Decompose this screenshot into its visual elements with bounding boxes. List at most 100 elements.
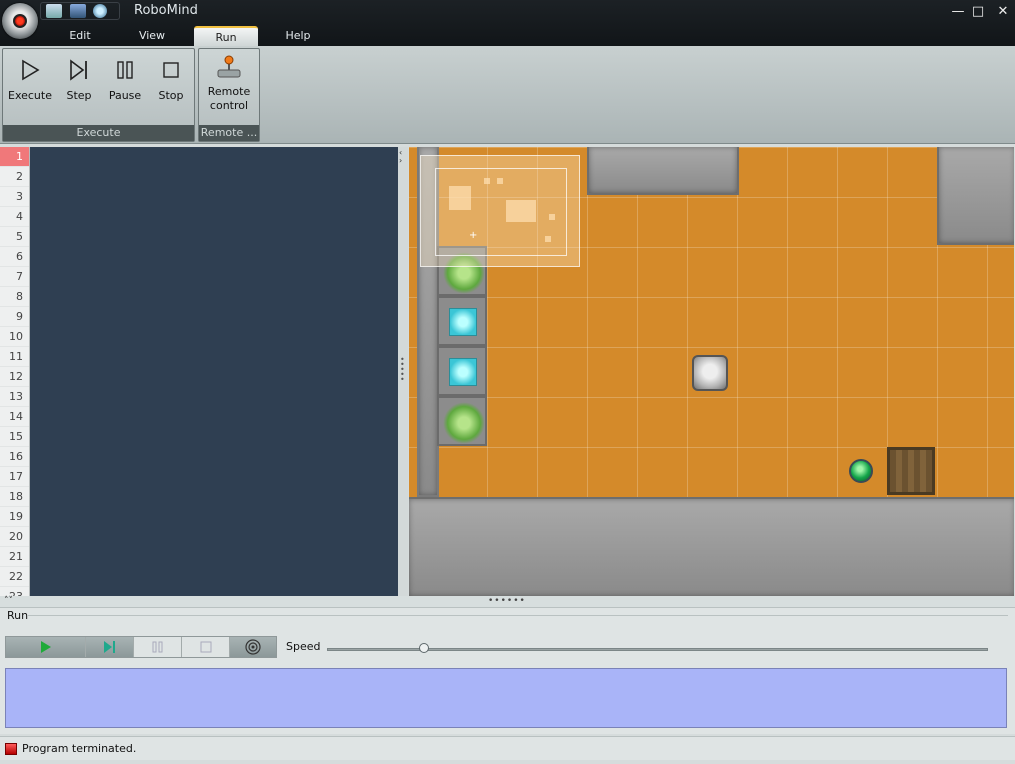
tile-water <box>437 296 487 346</box>
line-number: 8 <box>0 287 29 307</box>
line-number: 9 <box>0 307 29 327</box>
collapse-chevron-icon[interactable]: ‹ › <box>399 149 402 165</box>
minimap-shape <box>497 178 503 184</box>
line-number-gutter: 1234567891011121314151617181920212223 <box>0 147 30 596</box>
minimap-shape <box>545 236 551 242</box>
line-number: 13 <box>0 387 29 407</box>
run-remote-button[interactable] <box>230 637 276 657</box>
stop-icon <box>200 641 211 653</box>
line-number: 18 <box>0 487 29 507</box>
tile-plant <box>437 396 487 446</box>
run-play-button[interactable] <box>6 637 86 657</box>
status-text: Program terminated. <box>22 742 137 755</box>
execute-group: Execute Step Pause Stop Execute <box>2 48 195 142</box>
pause-button[interactable]: Pause <box>100 55 150 103</box>
grip-icon: •••••• <box>488 596 526 606</box>
pause-icon <box>152 641 162 653</box>
run-pause-button[interactable] <box>134 637 182 657</box>
pause-label: Pause <box>108 89 142 102</box>
remote-control-button[interactable]: Remote control <box>204 55 254 113</box>
line-number: 11 <box>0 347 29 367</box>
stop-label: Stop <box>158 89 184 102</box>
remote-control-label: Remote control <box>204 85 254 113</box>
run-stop-button[interactable] <box>182 637 230 657</box>
stop-icon <box>163 62 179 78</box>
speed-slider-thumb[interactable] <box>418 643 429 653</box>
step-icon <box>70 59 87 81</box>
tab-edit[interactable]: Edit <box>52 26 108 46</box>
window-title: RoboMind <box>134 3 198 18</box>
line-number: 16 <box>0 447 29 467</box>
run-step-button[interactable] <box>86 637 134 657</box>
minimap[interactable]: + <box>420 155 580 267</box>
execute-label: Execute <box>8 89 52 102</box>
globe-icon[interactable] <box>93 4 107 18</box>
line-number: 12 <box>0 367 29 387</box>
execute-button[interactable]: Execute <box>5 55 55 103</box>
grip-icon: • • • • • <box>400 355 405 384</box>
run-panel-title: Run <box>7 609 29 622</box>
step-label: Step <box>66 89 92 102</box>
minimize-button[interactable]: — <box>949 4 967 20</box>
line-number: 7 <box>0 267 29 287</box>
line-number: 5 <box>0 227 29 247</box>
run-panel: Run Speed <box>0 608 1015 734</box>
minimap-robot-marker-icon: + <box>469 230 478 241</box>
remote-label-line1: Remote <box>207 85 251 98</box>
line-number: 6 <box>0 247 29 267</box>
robot-world-view[interactable]: + <box>409 147 1014 596</box>
line-number: 10 <box>0 327 29 347</box>
title-bar: RoboMind — □ ✕ Edit View Run Help <box>0 0 1015 46</box>
horizontal-splitter[interactable]: ˄˅ •••••• <box>0 596 1015 608</box>
tab-help[interactable]: Help <box>270 26 326 46</box>
remote-group-label: Remote ... <box>199 125 259 141</box>
output-console[interactable] <box>5 668 1007 728</box>
collapse-chevron-icon[interactable]: ˄˅ <box>4 596 13 606</box>
tab-run[interactable]: Run <box>194 26 258 46</box>
line-number: 3 <box>0 187 29 207</box>
run-controls <box>5 636 277 658</box>
new-map-icon[interactable] <box>46 4 62 18</box>
remote-label-line2: control <box>209 99 249 112</box>
line-number: 1 <box>0 147 29 167</box>
wall-block <box>409 497 1014 596</box>
line-number: 4 <box>0 207 29 227</box>
joystick-icon <box>217 55 241 78</box>
stop-button[interactable]: Stop <box>146 55 196 103</box>
line-number: 21 <box>0 547 29 567</box>
maximize-button[interactable]: □ <box>969 4 987 20</box>
status-bar: Program terminated. <box>0 736 1015 760</box>
beacon <box>849 459 873 483</box>
line-number: 23 <box>0 587 29 596</box>
play-icon <box>40 641 51 653</box>
target-icon <box>245 639 261 655</box>
code-editor[interactable] <box>30 147 398 596</box>
remote-group: Remote control Remote ... <box>198 48 260 142</box>
line-number: 14 <box>0 407 29 427</box>
line-number: 22 <box>0 567 29 587</box>
minimap-shape <box>549 214 555 220</box>
open-folder-icon[interactable] <box>70 4 86 18</box>
divider <box>28 615 1008 616</box>
step-button[interactable]: Step <box>54 55 104 103</box>
tab-view[interactable]: View <box>124 26 180 46</box>
minimap-shape <box>449 186 471 210</box>
line-number: 17 <box>0 467 29 487</box>
app-menu-orb[interactable] <box>2 3 38 39</box>
water-icon <box>449 308 477 336</box>
close-button[interactable]: ✕ <box>994 4 1012 20</box>
step-icon <box>103 641 115 653</box>
speed-label: Speed <box>286 640 321 653</box>
vertical-splitter[interactable]: ‹ › • • • • • <box>398 147 408 596</box>
ribbon: Execute Step Pause Stop Execute Remote co… <box>0 46 1015 144</box>
record-icon <box>13 14 27 28</box>
minimap-shape <box>506 200 536 222</box>
status-error-icon <box>5 743 17 755</box>
line-number: 2 <box>0 167 29 187</box>
water-icon <box>449 358 477 386</box>
play-icon <box>22 59 40 81</box>
wall-block <box>587 147 739 195</box>
robot <box>692 355 728 391</box>
execute-group-label: Execute <box>3 125 194 141</box>
pause-icon <box>117 61 133 79</box>
